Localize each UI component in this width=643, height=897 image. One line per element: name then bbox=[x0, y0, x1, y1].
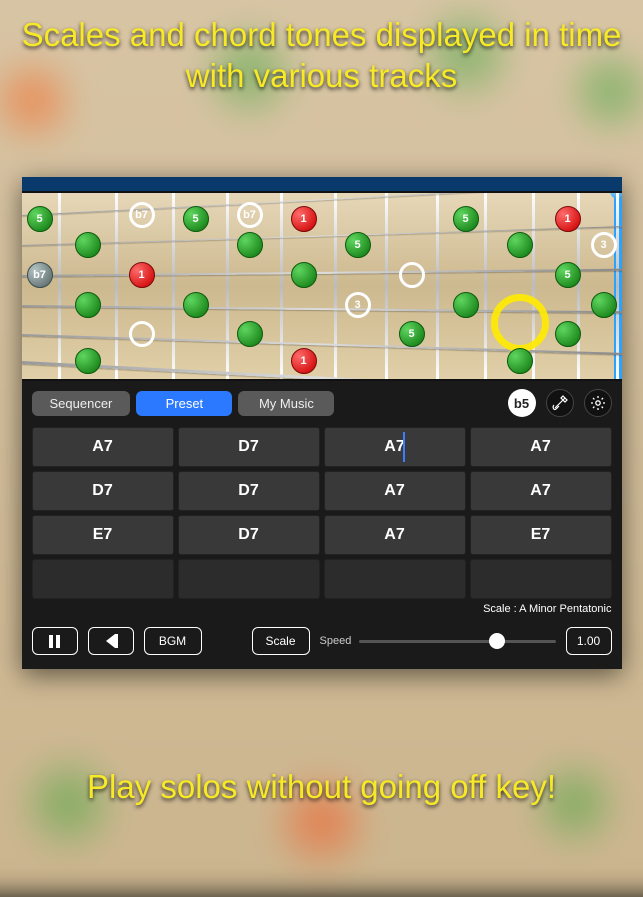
note-dot[interactable] bbox=[237, 232, 263, 258]
playhead-cursor bbox=[403, 432, 405, 462]
chord-grid: A7D7A7A7D7D7A7A7E7D7A7E7 bbox=[32, 427, 612, 599]
chord-cell[interactable] bbox=[470, 559, 612, 599]
restart-icon bbox=[106, 634, 115, 648]
guitar-icon[interactable] bbox=[546, 389, 574, 417]
note-dot[interactable]: 1 bbox=[291, 348, 317, 374]
note-dot[interactable]: b7 bbox=[129, 202, 155, 228]
fret-line bbox=[58, 193, 61, 379]
note-dot[interactable] bbox=[507, 232, 533, 258]
tab-sequencer[interactable]: Sequencer bbox=[32, 391, 131, 416]
scale-info: Scale : A Minor Pentatonic bbox=[32, 603, 612, 615]
note-dot[interactable]: 5 bbox=[27, 206, 53, 232]
note-dot[interactable] bbox=[591, 292, 617, 318]
note-dot[interactable]: 1 bbox=[129, 262, 155, 288]
fret-line bbox=[616, 193, 619, 379]
scale-name: A Minor Pentatonic bbox=[519, 603, 611, 615]
note-dot[interactable] bbox=[399, 262, 425, 288]
chord-cell[interactable]: D7 bbox=[178, 471, 320, 511]
note-dot[interactable]: 1 bbox=[555, 206, 581, 232]
chord-cell[interactable]: E7 bbox=[32, 515, 174, 555]
chord-cell[interactable] bbox=[324, 559, 466, 599]
note-dot[interactable]: 5 bbox=[555, 262, 581, 288]
scale-button[interactable]: Scale bbox=[252, 627, 310, 655]
note-dot[interactable] bbox=[291, 262, 317, 288]
fret-line bbox=[280, 193, 283, 379]
chord-cell[interactable] bbox=[32, 559, 174, 599]
note-dot[interactable] bbox=[75, 232, 101, 258]
note-dot[interactable]: 3 bbox=[345, 292, 371, 318]
note-dot[interactable] bbox=[129, 321, 155, 347]
settings-icon[interactable] bbox=[584, 389, 612, 417]
chord-cell[interactable]: A7 bbox=[32, 427, 174, 467]
speed-value[interactable]: 1.00 bbox=[566, 627, 612, 655]
chord-cell[interactable]: A7 bbox=[324, 515, 466, 555]
pause-icon bbox=[49, 635, 60, 648]
status-bar bbox=[22, 177, 622, 191]
chord-cell[interactable]: A7 bbox=[324, 471, 466, 511]
note-dot[interactable]: 5 bbox=[399, 321, 425, 347]
app-screenshot: 5b7b715b7115355153 Sequencer Preset My M… bbox=[22, 177, 622, 669]
note-dot[interactable] bbox=[75, 292, 101, 318]
speed-slider[interactable] bbox=[359, 640, 555, 643]
note-dot[interactable] bbox=[453, 292, 479, 318]
footline-text: Play solos without going off key! bbox=[0, 736, 643, 857]
note-dot[interactable] bbox=[237, 321, 263, 347]
chord-cell[interactable]: A7 bbox=[470, 427, 612, 467]
fret-line bbox=[172, 193, 175, 379]
note-dot[interactable]: 5 bbox=[345, 232, 371, 258]
speed-thumb[interactable] bbox=[489, 633, 505, 649]
pause-button[interactable] bbox=[32, 627, 78, 655]
note-dot[interactable]: b7 bbox=[237, 202, 263, 228]
chord-cell[interactable]: D7 bbox=[178, 427, 320, 467]
fret-line bbox=[385, 193, 388, 379]
note-dot[interactable]: 3 bbox=[591, 232, 617, 258]
chord-cell[interactable]: D7 bbox=[32, 471, 174, 511]
note-dot[interactable] bbox=[75, 348, 101, 374]
note-dot[interactable]: b7 bbox=[27, 262, 53, 288]
fret-line bbox=[484, 193, 487, 379]
note-dot[interactable] bbox=[555, 321, 581, 347]
note-dot[interactable]: 1 bbox=[291, 206, 317, 232]
tab-mymusic[interactable]: My Music bbox=[238, 391, 334, 416]
restart-button[interactable] bbox=[88, 627, 134, 655]
bgm-button[interactable]: BGM bbox=[144, 627, 202, 655]
note-dot[interactable]: 5 bbox=[453, 206, 479, 232]
chord-cell[interactable]: A7 bbox=[470, 471, 612, 511]
chord-cell[interactable] bbox=[178, 559, 320, 599]
fretboard[interactable]: 5b7b715b7115355153 bbox=[22, 191, 622, 381]
scale-prefix: Scale : bbox=[483, 603, 519, 615]
fret-line bbox=[115, 193, 118, 379]
chord-cell[interactable]: A7 bbox=[324, 427, 466, 467]
b5-toggle[interactable]: b5 bbox=[508, 389, 536, 417]
fret-line bbox=[436, 193, 439, 379]
chord-cell[interactable]: E7 bbox=[470, 515, 612, 555]
note-dot[interactable]: 5 bbox=[183, 206, 209, 232]
headline-text: Scales and chord tones displayed in time… bbox=[0, 0, 643, 111]
tab-preset[interactable]: Preset bbox=[136, 391, 232, 416]
fret-line bbox=[226, 193, 229, 379]
chord-cell[interactable]: D7 bbox=[178, 515, 320, 555]
mode-tabs: Sequencer Preset My Music b5 bbox=[32, 389, 612, 417]
note-dot[interactable] bbox=[183, 292, 209, 318]
active-highlight-ring bbox=[491, 294, 549, 352]
note-dot[interactable] bbox=[507, 348, 533, 374]
speed-label: Speed bbox=[320, 635, 352, 647]
fret-line bbox=[334, 193, 337, 379]
